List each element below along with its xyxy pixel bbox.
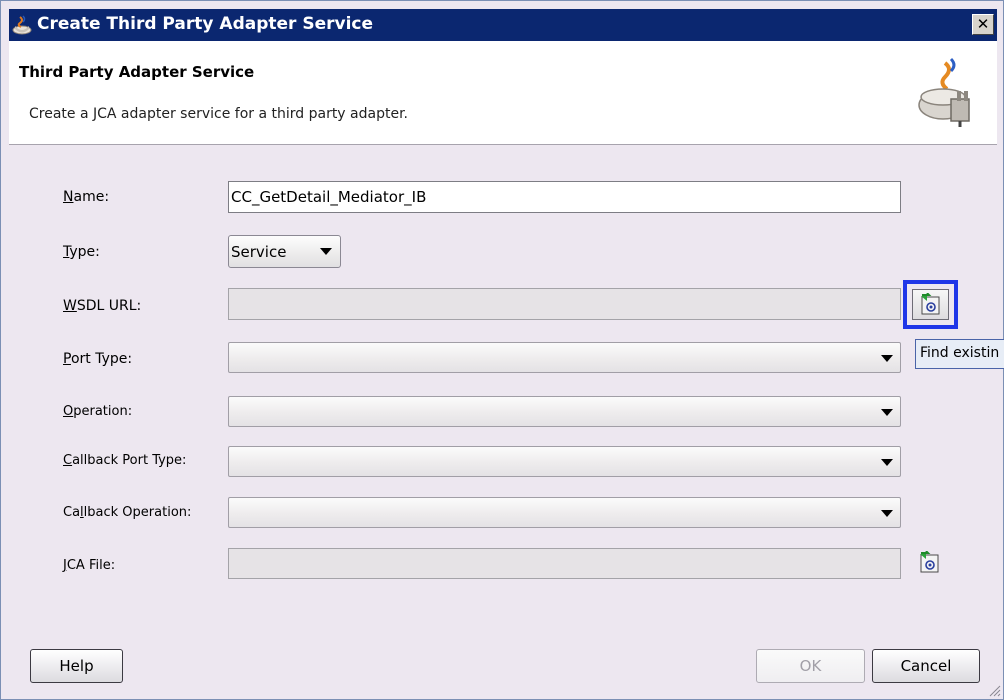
dialog-header: Third Party Adapter Service Create a JCA… bbox=[9, 41, 997, 145]
chevron-down-icon bbox=[881, 459, 893, 466]
chevron-down-icon bbox=[881, 355, 893, 362]
name-label: Name: bbox=[63, 189, 110, 205]
create-third-party-adapter-service-dialog: Create Third Party Adapter Service ✕ Thi… bbox=[0, 0, 1004, 700]
wsdl-url-label: WSDL URL: bbox=[63, 298, 142, 314]
adapter-cup-plug-icon bbox=[918, 57, 970, 127]
type-select-value: Service bbox=[231, 243, 287, 261]
chevron-down-icon bbox=[320, 248, 332, 255]
operation-select[interactable] bbox=[228, 396, 901, 427]
port-type-label: Port Type: bbox=[63, 351, 133, 367]
jca-file-label: JCA File: bbox=[63, 558, 116, 573]
find-wsdl-icon bbox=[921, 293, 940, 315]
find-jca-file-button[interactable] bbox=[918, 550, 944, 577]
port-type-select[interactable] bbox=[228, 342, 901, 373]
title-bar[interactable]: Create Third Party Adapter Service ✕ bbox=[9, 9, 997, 41]
callback-port-type-select[interactable] bbox=[228, 446, 901, 477]
cancel-button[interactable]: Cancel bbox=[872, 649, 980, 683]
find-jca-file-icon bbox=[920, 550, 939, 573]
adapter-app-icon bbox=[12, 15, 32, 35]
find-existing-tooltip: Find existin bbox=[915, 339, 1004, 369]
close-button[interactable]: ✕ bbox=[972, 14, 994, 35]
jca-file-input[interactable] bbox=[228, 548, 901, 579]
callback-operation-label: Callback Operation: bbox=[63, 505, 192, 520]
header-description: Create a JCA adapter service for a third… bbox=[29, 106, 408, 122]
help-button[interactable]: Help bbox=[30, 649, 123, 683]
find-existing-wsdl-button-highlight bbox=[903, 280, 958, 329]
chevron-down-icon bbox=[881, 409, 893, 416]
resize-grip-icon[interactable] bbox=[987, 683, 1001, 697]
find-existing-wsdl-button[interactable] bbox=[912, 289, 949, 320]
window-title: Create Third Party Adapter Service bbox=[37, 14, 374, 34]
name-input[interactable]: CC_GetDetail_Mediator_IB bbox=[228, 181, 901, 213]
type-select[interactable]: Service bbox=[228, 235, 341, 268]
wsdl-url-input[interactable] bbox=[228, 288, 901, 320]
chevron-down-icon bbox=[881, 510, 893, 517]
operation-label: Operation: bbox=[63, 404, 133, 419]
type-label: Type: bbox=[63, 244, 100, 260]
callback-operation-select[interactable] bbox=[228, 497, 901, 528]
ok-button[interactable]: OK bbox=[756, 649, 865, 683]
header-title: Third Party Adapter Service bbox=[19, 63, 255, 81]
callback-port-type-label: Callback Port Type: bbox=[63, 453, 187, 468]
